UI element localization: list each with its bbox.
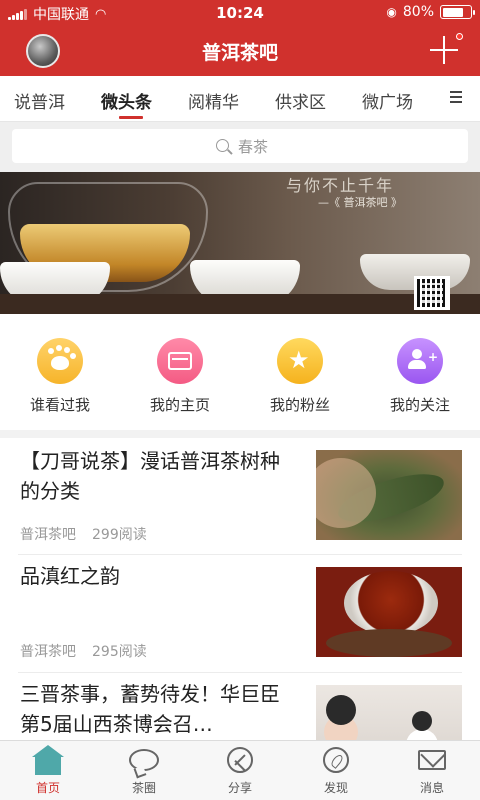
nav-label: 分享 — [227, 781, 252, 795]
search-input[interactable]: 春茶 — [12, 129, 468, 163]
article-thumbnail — [316, 685, 462, 740]
search-area: 春茶 — [0, 122, 480, 172]
battery-percent: 80% — [402, 4, 434, 20]
nav-home[interactable]: 首页 — [0, 745, 96, 796]
quick-action-homepage[interactable]: 我的主页 — [120, 338, 240, 415]
app-screen: 中国联通 ◠ 10:24 ◉ 80% 普洱茶吧 说普洱 微头条 阅精华 供求区 … — [0, 0, 480, 800]
article-meta: 普洱茶吧 295阅读 — [20, 641, 163, 661]
article-thumbnail — [316, 567, 462, 657]
add-post-button[interactable] — [430, 33, 463, 64]
status-bar: 中国联通 ◠ 10:24 ◉ 80% — [0, 0, 480, 26]
quick-action-visitors[interactable]: 谁看过我 — [0, 338, 120, 415]
nav-messages[interactable]: 消息 — [384, 747, 480, 796]
quick-actions: 谁看过我 我的主页 ★ 我的粉丝 + 我的关注 — [0, 314, 480, 430]
quick-action-following[interactable]: + 我的关注 — [360, 338, 480, 415]
article-list: 【刀哥说茶】漫话普洱茶树种的分类 普洱茶吧 299阅读 品滇红之韵 普洱茶吧 295… — [0, 438, 480, 740]
add-user-icon: + — [397, 338, 443, 384]
quick-action-label: 我的关注 — [389, 396, 450, 414]
share-icon — [225, 747, 255, 775]
article-thumbnail — [316, 450, 462, 540]
article-reads: 299阅读 — [92, 527, 147, 543]
article-reads: 295阅读 — [92, 644, 147, 660]
nav-label: 发现 — [323, 781, 348, 795]
tab-wei-guangchang[interactable]: 微广场 — [362, 88, 413, 113]
active-tab-indicator — [119, 116, 143, 119]
category-tabs: 说普洱 微头条 阅精华 供求区 微广场 — [0, 76, 480, 122]
list-item[interactable]: 品滇红之韵 普洱茶吧 295阅读 — [0, 555, 480, 673]
battery-icon — [440, 5, 475, 19]
paw-icon — [37, 338, 83, 384]
article-source: 普洱茶吧 — [20, 527, 76, 543]
qr-code-icon — [414, 276, 450, 310]
quick-action-fans[interactable]: ★ 我的粉丝 — [240, 338, 360, 415]
battery-fill — [442, 7, 464, 17]
tab-shuo-puer[interactable]: 说普洱 — [14, 88, 65, 113]
nav-label: 茶圈 — [131, 781, 156, 795]
compass-icon — [321, 747, 351, 775]
nav-label: 首页 — [35, 781, 60, 795]
search-icon — [216, 139, 229, 152]
star-icon: ★ — [277, 338, 323, 384]
page-title: 普洱茶吧 — [201, 42, 278, 64]
orientation-lock-icon: ◉ — [386, 5, 397, 19]
nav-share[interactable]: 分享 — [192, 747, 288, 796]
nav-label: 消息 — [419, 781, 444, 795]
home-icon — [32, 745, 64, 775]
tab-wei-toutiao[interactable]: 微头条 — [101, 88, 152, 113]
quick-action-label: 我的粉丝 — [269, 396, 330, 414]
card-icon — [157, 338, 203, 384]
list-item[interactable]: 【刀哥说茶】漫话普洱茶树种的分类 普洱茶吧 299阅读 — [0, 438, 480, 554]
quick-action-label: 谁看过我 — [29, 396, 90, 414]
article-meta: 普洱茶吧 299阅读 — [20, 524, 163, 544]
status-right: ◉ 80% — [386, 4, 475, 20]
banner-signature: —《 普洱茶吧 》 — [318, 196, 402, 209]
article-title: 【刀哥说茶】漫话普洱茶树种的分类 — [20, 449, 280, 503]
quick-action-label: 我的主页 — [149, 396, 210, 414]
tab-yue-jinghua[interactable]: 阅精华 — [188, 88, 239, 113]
notification-dot — [456, 33, 463, 40]
nav-discover[interactable]: 发现 — [288, 747, 384, 796]
banner-quote: 与你不止千年 — [286, 176, 395, 195]
article-source: 普洱茶吧 — [20, 644, 76, 660]
article-title: 三晋茶事，蓄势待发！华巨臣第5届山西茶博会召… — [20, 682, 280, 736]
chat-bubble-icon — [129, 747, 159, 775]
list-item[interactable]: 三晋茶事，蓄势待发！华巨臣第5届山西茶博会召… — [0, 673, 480, 740]
nav-tea-circle[interactable]: 茶圈 — [96, 747, 192, 796]
mail-icon — [417, 747, 447, 775]
tab-gongqiu[interactable]: 供求区 — [275, 88, 326, 113]
tea-table-graphic — [0, 294, 480, 314]
app-header: 普洱茶吧 — [0, 26, 480, 76]
banner[interactable]: 与你不止千年 —《 普洱茶吧 》 — [0, 172, 480, 314]
bottom-nav: 首页 茶圈 分享 发现 消息 — [0, 740, 480, 800]
article-title: 品滇红之韵 — [20, 564, 120, 588]
search-placeholder: 春茶 — [238, 138, 269, 156]
menu-icon[interactable] — [450, 91, 462, 103]
